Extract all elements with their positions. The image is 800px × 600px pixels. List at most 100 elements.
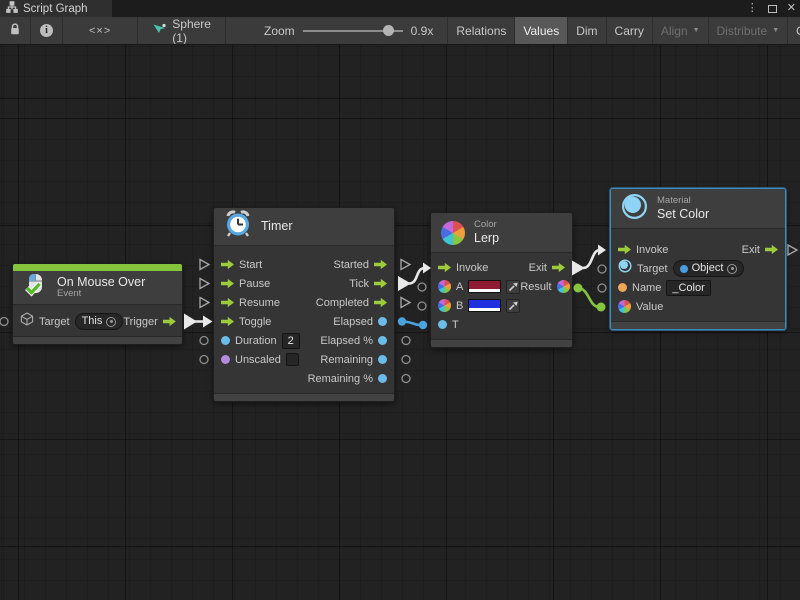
target-object-pill[interactable]: Object (673, 260, 745, 277)
port-marker-resume[interactable] (200, 298, 209, 308)
port-marker-a[interactable] (418, 283, 426, 291)
selection-context[interactable]: Sphere (1) (138, 17, 226, 44)
wire-result-value[interactable] (578, 288, 599, 307)
lock-button[interactable] (0, 17, 31, 44)
flow-port-start[interactable] (221, 259, 234, 270)
code-view-button[interactable]: <×> (63, 17, 138, 44)
port-marker-trigger-connected[interactable] (184, 314, 197, 330)
node-footer[interactable] (611, 321, 785, 329)
port-marker-setexit[interactable] (788, 245, 797, 255)
target-value-pill[interactable]: This (75, 313, 124, 330)
toolbar-button-dim[interactable]: Dim (568, 17, 606, 44)
name-input[interactable]: _Color (666, 280, 710, 296)
graph-canvas[interactable]: On Mouse Over Event Target This (0, 45, 800, 600)
node-timer[interactable]: Timer Start Started Pause Tick Resume Co… (213, 207, 395, 402)
port-marker-exit-connected[interactable] (572, 261, 585, 276)
port-row: Target Object (611, 259, 785, 278)
toolbar-button-relations[interactable]: Relations (447, 17, 515, 44)
flow-port-exit[interactable] (552, 262, 565, 273)
node-footer[interactable] (214, 393, 394, 401)
float-port-remaining[interactable] (378, 355, 387, 364)
float-port-t[interactable] (438, 320, 447, 329)
flow-port-trigger[interactable] (163, 316, 176, 327)
toolbar-button-overview[interactable]: Overview (788, 17, 800, 44)
object-picker-icon[interactable] (106, 317, 116, 327)
window-close-icon[interactable]: ✕ (787, 3, 796, 14)
window-maximize-icon[interactable] (768, 5, 777, 13)
zoom-slider[interactable] (303, 24, 403, 38)
eyedropper-button[interactable] (506, 280, 520, 294)
wire-tick-invoke[interactable] (409, 268, 425, 284)
float-port-elapsed[interactable] (378, 317, 387, 326)
color-swatch-b[interactable] (468, 299, 501, 312)
flow-port-started[interactable] (374, 259, 387, 270)
node-header[interactable]: Timer (214, 208, 394, 246)
port-marker-remaining[interactable] (402, 356, 410, 364)
color-wheel-icon (441, 221, 465, 245)
flow-port-invoke[interactable] (438, 262, 451, 273)
node-footer[interactable] (431, 339, 572, 347)
toolbar-button-distribute[interactable]: Distribute▼ (709, 17, 789, 44)
toolbar-button-carry[interactable]: Carry (607, 17, 653, 44)
node-color-lerp[interactable]: Color Lerp Invoke Exit A Result (430, 212, 573, 348)
port-marker-target[interactable] (0, 318, 8, 326)
flow-port-toggle[interactable] (221, 316, 234, 327)
flow-port-invoke[interactable] (618, 244, 631, 255)
color-port-a[interactable] (438, 280, 451, 293)
port-marker-t-connected[interactable] (419, 321, 427, 329)
window-menu-icon[interactable]: ⋮ (747, 3, 758, 14)
tab-script-graph[interactable]: Script Graph (0, 0, 112, 17)
float-port-remaining-pct[interactable] (378, 374, 387, 383)
node-header[interactable]: On Mouse Over Event (13, 271, 182, 305)
node-on-mouse-over[interactable]: On Mouse Over Event Target This (12, 263, 183, 345)
float-port-duration[interactable] (221, 336, 230, 345)
color-port-b[interactable] (438, 299, 451, 312)
flow-port-tick[interactable] (374, 278, 387, 289)
port-marker-remaining-pct[interactable] (402, 375, 410, 383)
port-marker-started[interactable] (401, 260, 410, 270)
info-button[interactable]: i (31, 17, 63, 44)
port-marker-settarget[interactable] (598, 265, 606, 273)
port-marker-b[interactable] (418, 302, 426, 310)
color-swatch-a[interactable] (468, 280, 501, 293)
port-marker-completed[interactable] (401, 298, 410, 308)
port-marker-elapsed-connected[interactable] (398, 317, 406, 325)
port-marker-start[interactable] (200, 260, 209, 270)
flow-port-pause[interactable] (221, 278, 234, 289)
code-icon: <×> (89, 25, 111, 37)
port-marker-unscaled[interactable] (200, 356, 208, 364)
node-title: Lerp (474, 231, 499, 245)
port-marker-setname[interactable] (598, 284, 606, 292)
color-port-value[interactable] (618, 300, 631, 313)
unscaled-checkbox[interactable] (286, 353, 299, 366)
flow-port-resume[interactable] (221, 297, 234, 308)
node-header[interactable]: Color Lerp (431, 213, 572, 253)
string-port-name[interactable] (618, 283, 627, 292)
object-picker-icon[interactable] (727, 264, 737, 274)
port-marker-duration[interactable] (200, 337, 208, 345)
flow-port-completed[interactable] (374, 297, 387, 308)
boolean-port-unscaled[interactable] (221, 355, 230, 364)
material-port-target[interactable] (618, 259, 632, 278)
port-marker-elapsed-pct[interactable] (402, 337, 410, 345)
flow-port-exit[interactable] (765, 244, 778, 255)
port-marker-result-connected[interactable] (574, 284, 583, 293)
float-port-elapsed-pct[interactable] (378, 336, 387, 345)
zoom-slider-handle[interactable] (383, 25, 394, 36)
wire-elapsed-t[interactable] (402, 322, 421, 326)
wire-exit-invoke[interactable] (583, 250, 600, 268)
duration-input[interactable]: 2 (282, 333, 300, 349)
port-marker-tick-connected[interactable] (398, 276, 411, 291)
port-marker-value-connected[interactable] (597, 303, 606, 312)
toolbar-button-values[interactable]: Values (515, 17, 568, 44)
wire-arrowhead (203, 316, 213, 328)
color-port-result[interactable] (557, 280, 570, 293)
object-dot-icon (680, 265, 688, 273)
node-set-color[interactable]: Material Set Color Invoke Exit Target (610, 188, 786, 330)
toolbar-button-align[interactable]: Align▼ (653, 17, 709, 44)
port-marker-pause[interactable] (200, 279, 209, 289)
node-header[interactable]: Material Set Color (611, 189, 785, 229)
eyedropper-button[interactable] (506, 299, 520, 313)
node-title: Timer (261, 219, 292, 233)
node-footer[interactable] (13, 336, 182, 344)
